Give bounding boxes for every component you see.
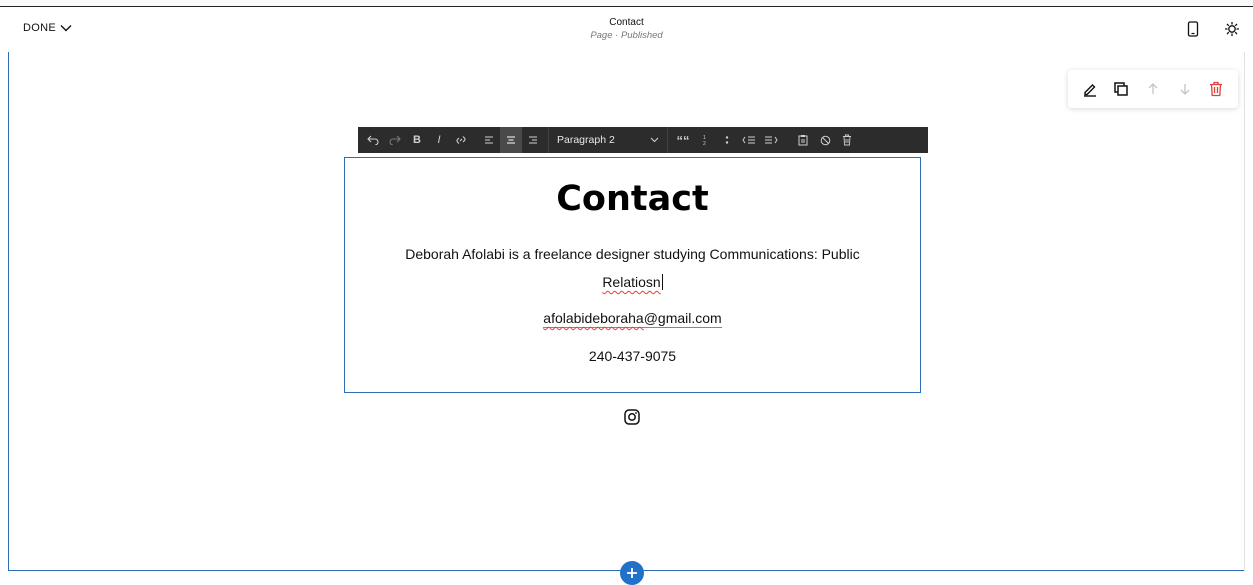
trash-delete-icon[interactable]	[1205, 78, 1227, 100]
misspelled-word: Relatiosn	[602, 274, 661, 290]
settings-gear-icon[interactable]	[1223, 20, 1241, 38]
pencil-edit-icon[interactable]	[1079, 78, 1101, 100]
bio-paragraph: Deborah Afolabi is a freelance designer …	[375, 240, 890, 296]
indent-icon[interactable]	[760, 127, 782, 153]
instagram-icon[interactable]	[623, 408, 641, 426]
phone-number: 240-437-9075	[588, 348, 677, 364]
link-icon[interactable]	[450, 127, 472, 153]
text-block[interactable]: Contact Deborah Afolabi is a freelance d…	[344, 157, 921, 393]
email-line: afolabideboraha@gmail.com	[345, 308, 920, 328]
bio-text: Deborah Afolabi is a freelance designer …	[405, 246, 860, 262]
top-bar: DONE Contact Page · Published	[0, 0, 1253, 52]
outdent-icon[interactable]	[738, 127, 760, 153]
move-down-icon[interactable]	[1174, 78, 1196, 100]
bold-icon[interactable]: B	[406, 127, 428, 153]
quote-icon[interactable]: ““	[672, 127, 694, 153]
canvas-edge	[1244, 52, 1245, 571]
paste-icon[interactable]	[792, 127, 814, 153]
redo-icon[interactable]	[384, 127, 406, 153]
clear-format-icon[interactable]	[814, 127, 836, 153]
svg-text:2: 2	[703, 141, 706, 146]
email-user: afolabideboraha	[543, 310, 644, 326]
duplicate-icon[interactable]	[1110, 78, 1132, 100]
format-toolbar: B I Paragraph 2 ““ 12	[358, 127, 928, 153]
block-toolbar	[1068, 70, 1238, 108]
bulleted-list-icon[interactable]	[716, 127, 738, 153]
page-status: Page · Published	[590, 30, 663, 41]
email-domain: @gmail.com	[643, 310, 722, 326]
contact-heading: Contact	[556, 179, 709, 219]
align-left-icon[interactable]	[478, 127, 500, 153]
italic-icon[interactable]: I	[428, 127, 450, 153]
paragraph-style-value: Paragraph 2	[557, 134, 615, 146]
top-strip	[0, 0, 1253, 7]
chevron-down-icon	[650, 137, 659, 143]
paragraph-style-select[interactable]: Paragraph 2	[548, 127, 668, 153]
page-title: Contact	[609, 17, 644, 28]
align-right-icon[interactable]	[522, 127, 544, 153]
plus-icon	[627, 568, 637, 578]
email-link[interactable]: afolabideboraha@gmail.com	[543, 310, 722, 328]
numbered-list-icon[interactable]: 12	[694, 127, 716, 153]
add-section-button[interactable]	[620, 561, 644, 585]
align-center-icon[interactable]	[500, 127, 522, 153]
page-title-area: Contact Page · Published	[0, 16, 1253, 43]
delete-icon[interactable]	[836, 127, 858, 153]
undo-icon[interactable]	[362, 127, 384, 153]
move-up-icon[interactable]	[1142, 78, 1164, 100]
mobile-preview-icon[interactable]	[1184, 20, 1202, 38]
text-caret	[661, 274, 663, 290]
